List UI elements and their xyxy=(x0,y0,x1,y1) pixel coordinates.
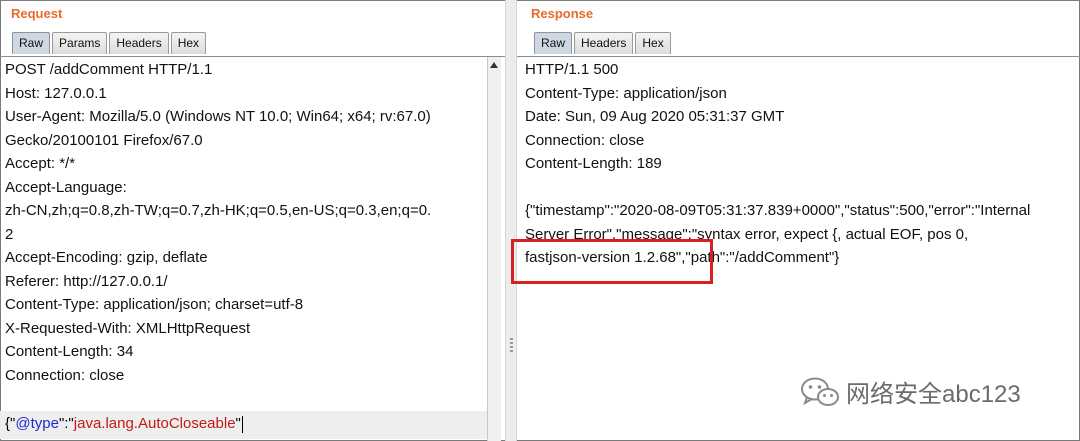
header-host: Host: 127.0.0.1 xyxy=(5,84,107,102)
wechat-icon xyxy=(801,377,839,406)
highlight-box xyxy=(511,239,713,284)
header-connection: Connection: close xyxy=(525,131,645,149)
tab-hex[interactable]: Hex xyxy=(635,32,671,54)
tab-headers[interactable]: Headers xyxy=(574,32,634,54)
header-accept-language-cont2: 2 xyxy=(5,225,14,243)
tab-raw[interactable]: Raw xyxy=(12,32,51,54)
header-content-length: Content-Length: 34 xyxy=(5,343,134,360)
header-user-agent: User-Agent: Mozilla/5.0 (Windows NT 10.0… xyxy=(5,108,431,125)
response-tabs: Raw Headers Hex xyxy=(534,32,673,54)
tab-divider xyxy=(0,56,505,57)
tab-raw[interactable]: Raw xyxy=(534,32,573,54)
request-body[interactable]: {"@type":"java.lang.AutoCloseable" xyxy=(5,415,243,433)
header-connection: Connection: close xyxy=(5,366,125,384)
json-open: {" xyxy=(5,415,16,432)
header-content-length: Content-Length: 189 xyxy=(525,155,662,172)
status-line: HTTP/1.1 500 xyxy=(525,61,619,78)
header-accept: Accept: */* xyxy=(5,155,76,172)
watermark-text: 网络安全abc123 xyxy=(846,381,1021,408)
header-user-agent-cont: Gecko/20100101 Firefox/67.0 xyxy=(5,131,203,149)
header-accept-encoding: Accept-Encoding: gzip, deflate xyxy=(5,249,208,266)
request-tabs: Raw Params Headers Hex xyxy=(12,32,208,54)
header-accept-language: Accept-Language: xyxy=(5,178,127,196)
header-referer: Referer: http://127.0.0.1/ xyxy=(5,272,168,290)
request-scrollbar[interactable] xyxy=(487,57,501,441)
response-viewer[interactable]: HTTP/1.1 500 Content-Type: application/j… xyxy=(525,58,1075,270)
header-content-type: Content-Type: application/json; charset=… xyxy=(5,296,304,313)
response-body-line: {"timestamp":"2020-08-09T05:31:37.839+00… xyxy=(525,202,1031,219)
watermark: 网络安全abc123 xyxy=(800,374,1021,409)
request-title: Request xyxy=(11,6,63,21)
header-x-requested-with: X-Requested-With: XMLHttpRequest xyxy=(5,319,251,337)
panel-splitter[interactable] xyxy=(505,0,517,441)
header-accept-language-cont: zh-CN,zh;q=0.8,zh-TW;q=0.7,zh-HK;q=0.5,e… xyxy=(5,202,432,219)
tab-divider xyxy=(517,56,1080,57)
request-panel: Request Raw Params Headers Hex POST /add… xyxy=(0,0,505,441)
request-line: POST /addComment HTTP/1.1 xyxy=(5,61,213,78)
tab-params[interactable]: Params xyxy=(52,32,108,54)
json-value: java.lang.AutoCloseable xyxy=(73,415,236,432)
splitter-grip-icon[interactable] xyxy=(510,338,513,352)
header-date: Date: Sun, 09 Aug 2020 05:31:37 GMT xyxy=(525,108,785,125)
request-editor[interactable]: POST /addComment HTTP/1.1 Host: 127.0.0.… xyxy=(5,58,483,387)
tab-hex[interactable]: Hex xyxy=(170,32,207,54)
json-sep: ":" xyxy=(58,415,74,432)
response-title: Response xyxy=(531,6,594,21)
tab-headers[interactable]: Headers xyxy=(109,32,169,54)
json-key: @type xyxy=(15,415,59,432)
header-content-type: Content-Type: application/json xyxy=(525,84,727,102)
text-caret xyxy=(241,415,243,433)
json-close: " xyxy=(235,415,241,432)
scroll-up-arrow-icon[interactable] xyxy=(490,62,498,68)
